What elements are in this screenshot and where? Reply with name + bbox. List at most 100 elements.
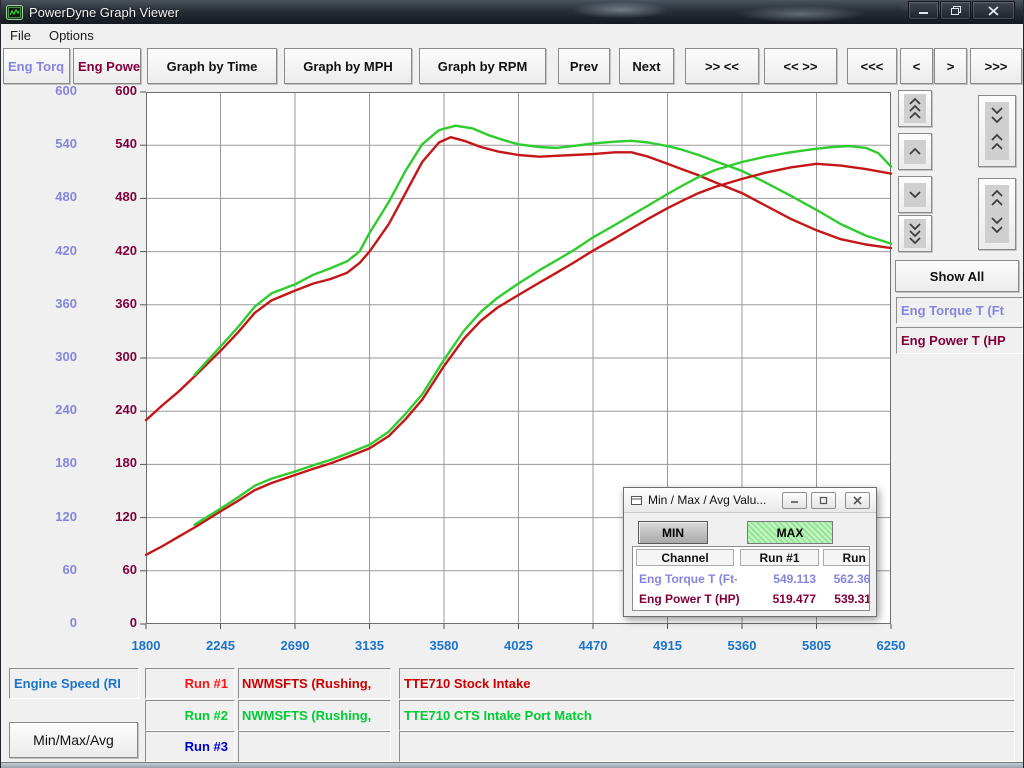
chevron-down-icon bbox=[904, 183, 926, 207]
run3-label: Run #3 bbox=[185, 739, 228, 754]
show-all-button[interactable]: Show All bbox=[895, 260, 1019, 292]
menu-options[interactable]: Options bbox=[40, 26, 103, 45]
power-tick-420: 420 bbox=[79, 243, 137, 258]
graph-by-rpm-button[interactable]: Graph by RPM bbox=[419, 48, 546, 84]
run2-file: NWMSFTS (Rushing, bbox=[242, 708, 371, 723]
torque-row-channel: Eng Torque T (Ft- bbox=[639, 572, 737, 587]
scroll-left-button[interactable]: < bbox=[900, 48, 933, 84]
power-tick-540: 540 bbox=[79, 136, 137, 151]
x-channel-box[interactable]: Engine Speed (RI bbox=[9, 668, 139, 699]
power-legend-box[interactable]: Eng Power T (HP bbox=[896, 327, 1023, 354]
run2-comment-box[interactable]: TTE710 CTS Intake Port Match bbox=[399, 700, 1015, 731]
rpm-tick-2690: 2690 bbox=[264, 638, 326, 653]
scroll-far-right-button[interactable]: >>> bbox=[970, 48, 1022, 84]
chevron-triple-down-button[interactable] bbox=[898, 215, 932, 252]
collapse-vertical-icon bbox=[985, 102, 1009, 160]
dialog-restore-button[interactable] bbox=[811, 492, 836, 509]
x-channel-label: Engine Speed (RI bbox=[14, 676, 121, 691]
torque-tick-600: 600 bbox=[19, 83, 77, 98]
run1-comment-box[interactable]: TTE710 Stock Intake bbox=[399, 668, 1015, 699]
zoom-out-x-button[interactable]: << >> bbox=[764, 48, 837, 84]
rpm-tick-2245: 2245 bbox=[190, 638, 252, 653]
minmax-dialog: Min / Max / Avg Valu... MIN MAX Channel … bbox=[623, 487, 877, 617]
powerdyne-window: PowerDyne Graph Viewer File Options bbox=[0, 0, 1024, 768]
chevron-triple-down-icon bbox=[904, 219, 926, 248]
window-title: PowerDyne Graph Viewer bbox=[29, 5, 179, 20]
close-button[interactable] bbox=[972, 1, 1015, 20]
curve-run2-torque bbox=[195, 126, 891, 375]
min-button[interactable]: MIN bbox=[638, 521, 708, 544]
torque-tick-0: 0 bbox=[19, 615, 77, 630]
curve-run2-power bbox=[195, 146, 891, 525]
torque-legend-box[interactable]: Eng Torque T (Ft bbox=[896, 297, 1023, 324]
rpm-tick-1800: 1800 bbox=[115, 638, 177, 653]
minimize-icon bbox=[918, 6, 929, 15]
power-tick-600: 600 bbox=[79, 83, 137, 98]
dialog-icon bbox=[630, 495, 643, 506]
scroll-far-left-button[interactable]: <<< bbox=[847, 48, 897, 84]
app-icon bbox=[6, 5, 23, 20]
minmaxavg-button[interactable]: Min/Max/Avg bbox=[9, 722, 138, 758]
column-header-channel: Channel bbox=[636, 549, 734, 566]
chevron-triple-up-icon bbox=[904, 94, 926, 123]
rpm-tick-3135: 3135 bbox=[339, 638, 401, 653]
restore-button[interactable] bbox=[940, 1, 971, 20]
power-tick-480: 480 bbox=[79, 189, 137, 204]
power-legend-label: Eng Power T (HP bbox=[901, 333, 1006, 348]
torque-tick-300: 300 bbox=[19, 349, 77, 364]
torque-tick-480: 480 bbox=[19, 189, 77, 204]
rpm-tick-5805: 5805 bbox=[786, 638, 848, 653]
rpm-tick-6250: 6250 bbox=[860, 638, 922, 653]
power-row-run2-max: 539.311 bbox=[823, 592, 870, 607]
dialog-minimize-button[interactable] bbox=[782, 492, 807, 509]
torque-tick-540: 540 bbox=[19, 136, 77, 151]
torque-tick-180: 180 bbox=[19, 455, 77, 470]
menu-file[interactable]: File bbox=[1, 26, 40, 45]
collapse-vertical-button[interactable] bbox=[978, 95, 1016, 167]
graph-by-time-button[interactable]: Graph by Time bbox=[147, 48, 277, 84]
torque-channel-button[interactable]: Eng Torq bbox=[3, 48, 70, 84]
minmax-table: Channel Run #1 Run #2 Eng Torque T (Ft- … bbox=[632, 546, 870, 611]
zoom-in-x-button[interactable]: >> << bbox=[685, 48, 759, 84]
rpm-tick-4470: 4470 bbox=[562, 638, 624, 653]
chevron-up-button[interactable] bbox=[898, 133, 932, 170]
minmax-dialog-titlebar[interactable]: Min / Max / Avg Valu... bbox=[624, 488, 876, 513]
run3-comment-box[interactable] bbox=[399, 731, 1015, 762]
rpm-tick-4915: 4915 bbox=[637, 638, 699, 653]
prev-button[interactable]: Prev bbox=[558, 48, 610, 84]
chevron-down-button[interactable] bbox=[898, 176, 932, 213]
scroll-right-button[interactable]: > bbox=[934, 48, 967, 84]
run1-file-box[interactable]: NWMSFTS (Rushing, bbox=[238, 668, 391, 699]
torque-row-run1-max: 549.113 bbox=[740, 572, 816, 587]
torque-tick-120: 120 bbox=[19, 509, 77, 524]
expand-vertical-button[interactable] bbox=[978, 178, 1016, 250]
power-tick-300: 300 bbox=[79, 349, 137, 364]
menu-bar: File Options bbox=[1, 24, 1024, 46]
rpm-tick-3580: 3580 bbox=[413, 638, 475, 653]
minimize-button[interactable] bbox=[908, 1, 939, 20]
torque-row-run2-max: 562.362 bbox=[823, 572, 870, 587]
torque-tick-420: 420 bbox=[19, 243, 77, 258]
next-button[interactable]: Next bbox=[619, 48, 674, 84]
torque-tick-360: 360 bbox=[19, 296, 77, 311]
dialog-restore-icon bbox=[819, 496, 828, 505]
dialog-close-button[interactable] bbox=[845, 492, 870, 509]
max-button[interactable]: MAX bbox=[747, 521, 833, 544]
chevron-triple-up-button[interactable] bbox=[898, 90, 932, 127]
column-header-run2: Run #2 bbox=[823, 549, 870, 566]
power-channel-button[interactable]: Eng Powe bbox=[73, 48, 141, 84]
run2-file-box[interactable]: NWMSFTS (Rushing, bbox=[238, 700, 391, 731]
rpm-tick-5360: 5360 bbox=[711, 638, 773, 653]
power-tick-360: 360 bbox=[79, 296, 137, 311]
expand-vertical-icon bbox=[985, 185, 1009, 243]
run3-file-box[interactable] bbox=[238, 731, 391, 762]
graph-by-mph-button[interactable]: Graph by MPH bbox=[284, 48, 412, 84]
close-icon bbox=[988, 6, 999, 16]
power-row-run1-max: 519.477 bbox=[740, 592, 816, 607]
dialog-minimize-icon bbox=[790, 497, 799, 504]
title-bar: PowerDyne Graph Viewer bbox=[1, 0, 1024, 24]
column-header-run1: Run #1 bbox=[740, 549, 819, 566]
run2-label-box: Run #2 bbox=[145, 700, 235, 731]
torque-tick-60: 60 bbox=[19, 562, 77, 577]
run1-file: NWMSFTS (Rushing, bbox=[242, 676, 371, 691]
